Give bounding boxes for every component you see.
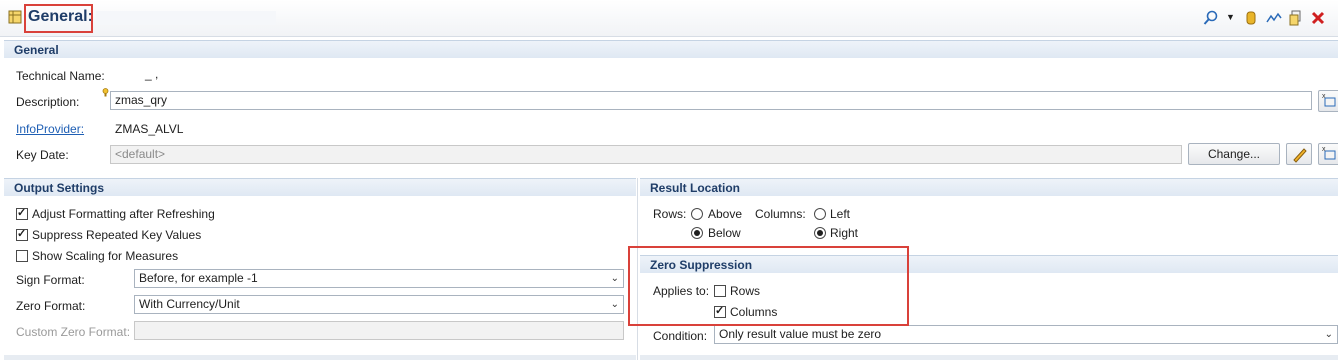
adjust-formatting-label: Adjust Formatting after Refreshing xyxy=(32,207,215,221)
svg-text:x: x xyxy=(1322,93,1326,100)
technical-name-label: Technical Name: xyxy=(16,69,105,83)
output-settings-header: Output Settings xyxy=(4,178,636,196)
description-input[interactable]: zmas_qry xyxy=(110,91,1312,110)
rows-label: Rows: xyxy=(653,207,687,221)
chevron-down-icon: ⌄ xyxy=(610,299,619,310)
query-icon xyxy=(8,10,22,24)
suppress-repeated-checkbox[interactable] xyxy=(16,227,28,241)
show-scaling-label: Show Scaling for Measures xyxy=(32,249,179,263)
sign-format-label: Sign Format: xyxy=(16,273,85,287)
rows-above-label: Above xyxy=(708,207,743,221)
next-section-edge xyxy=(4,355,636,360)
key-date-input: <default> xyxy=(110,145,1182,164)
infoprovider-link[interactable]: InfoProvider: xyxy=(16,122,84,136)
refresh-icon[interactable] xyxy=(1330,10,1338,26)
condition-value: Only result value must be zero xyxy=(719,327,882,341)
translate-icon: x xyxy=(1322,146,1336,160)
show-scaling-checkbox[interactable] xyxy=(16,250,28,262)
dropdown-arrow-icon[interactable]: ▼ xyxy=(1226,12,1235,22)
result-location-header: Result Location xyxy=(640,178,1338,196)
pencil-icon xyxy=(1293,148,1307,163)
redacted-area xyxy=(96,11,276,25)
columns-label: Columns: xyxy=(755,207,806,221)
condition-select[interactable]: Only result value must be zero ⌄ xyxy=(714,325,1338,344)
delete-icon[interactable] xyxy=(1310,10,1326,26)
rows-below-radio[interactable] xyxy=(691,227,703,239)
chevron-down-icon: ⌄ xyxy=(1324,329,1333,340)
sign-format-select[interactable]: Before, for example -1 ⌄ xyxy=(134,269,624,288)
custom-zero-format-label: Custom Zero Format: xyxy=(16,325,131,339)
zero-format-label: Zero Format: xyxy=(16,299,86,313)
search-dropdown-icon[interactable] xyxy=(1203,10,1219,26)
chevron-down-icon: ⌄ xyxy=(610,273,619,284)
suppress-repeated-label: Suppress Repeated Key Values xyxy=(32,228,202,242)
sign-format-value: Before, for example -1 xyxy=(139,271,258,285)
editor-header: General: ▼ xyxy=(0,0,1338,37)
description-label: Description: xyxy=(16,95,80,109)
change-button[interactable]: Change... xyxy=(1188,143,1280,165)
title-highlight-box xyxy=(24,4,93,33)
edit-button[interactable] xyxy=(1286,143,1312,165)
rows-above-radio[interactable] xyxy=(691,208,703,220)
next-section-edge-right xyxy=(640,355,1338,360)
technical-name-value: _ , xyxy=(145,67,159,81)
adjust-formatting-checkbox[interactable] xyxy=(16,206,28,220)
translate-icon: x xyxy=(1322,93,1336,107)
custom-zero-format-input xyxy=(134,321,624,340)
zero-suppression-highlight-box xyxy=(628,246,909,326)
copy-icon[interactable] xyxy=(1288,10,1304,26)
cylinder-icon[interactable] xyxy=(1243,10,1259,26)
wave-icon[interactable] xyxy=(1266,10,1282,26)
columns-right-label: Right xyxy=(830,226,859,240)
columns-left-radio[interactable] xyxy=(814,208,826,220)
condition-label: Condition: xyxy=(653,329,708,343)
columns-right-radio[interactable] xyxy=(814,227,826,239)
zero-format-value: With Currency/Unit xyxy=(139,297,240,311)
required-bulb-icon xyxy=(102,88,109,97)
svg-text:x: x xyxy=(1322,146,1326,153)
infoprovider-value: ZMAS_ALVL xyxy=(115,122,184,136)
columns-left-label: Left xyxy=(830,207,851,221)
translate-button[interactable]: x xyxy=(1318,90,1338,112)
translate-button-2[interactable]: x xyxy=(1318,143,1338,165)
key-date-label: Key Date: xyxy=(16,148,69,162)
zero-format-select[interactable]: With Currency/Unit ⌄ xyxy=(134,295,624,314)
general-section-header: General xyxy=(4,40,1338,58)
rows-below-label: Below xyxy=(708,226,741,240)
